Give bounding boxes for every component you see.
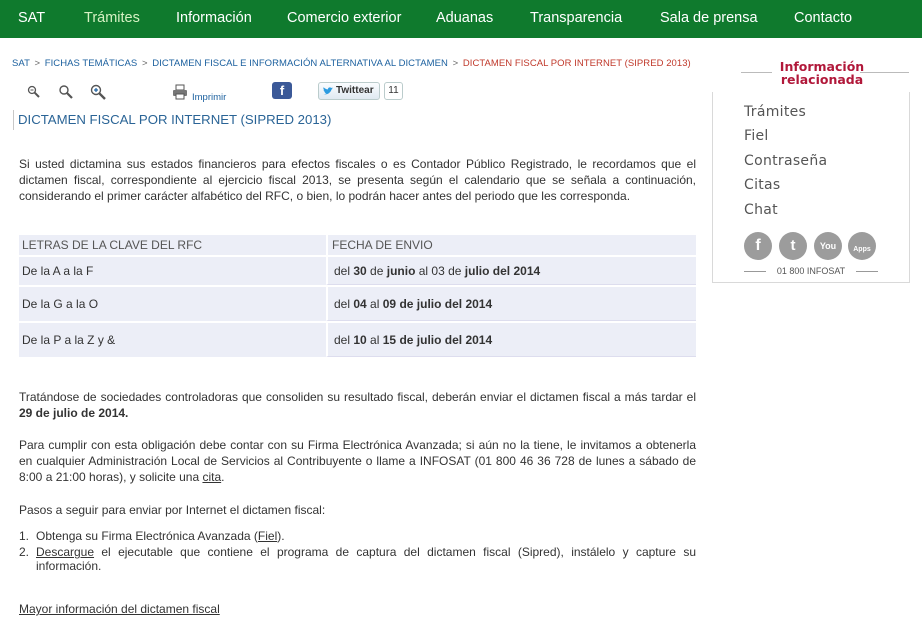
tweet-button[interactable]: Twittear	[318, 82, 380, 100]
twitter-icon[interactable]: t	[779, 232, 807, 260]
twitter-bird-icon	[323, 87, 333, 95]
sidebar-link-chat[interactable]: Chat	[744, 202, 778, 218]
youtube-icon[interactable]: You	[814, 232, 842, 260]
print-link[interactable]: Imprimir	[192, 92, 226, 103]
nav-item-comercio-exterior[interactable]: Comercio exterior	[287, 0, 401, 38]
table-row: De la G a la O del 04 al 09 de julio del…	[19, 287, 696, 321]
facebook-share-icon[interactable]: f	[272, 82, 292, 99]
breadcrumb-separator: >	[34, 58, 41, 69]
sidebar-title: Información relacionada	[779, 59, 865, 87]
controladoras-paragraph: Tratándose de sociedades controladoras q…	[19, 390, 696, 421]
table-cell-letters: De la G a la O	[19, 287, 326, 321]
apps-icon[interactable]: Apps	[848, 232, 876, 260]
breadcrumb-separator: >	[141, 58, 148, 69]
rfc-dates-table: LETRAS DE LA CLAVE DEL RFC FECHA DE ENVI…	[19, 233, 696, 359]
list-item: 1. Obtenga su Firma Electrónica Avanzada …	[19, 529, 285, 543]
top-navigation-bar: SAT Trámites Información Comercio exteri…	[0, 0, 922, 38]
tweet-count: 11	[384, 82, 403, 100]
breadcrumb: SAT > FICHAS TEMÁTICAS > DICTAMEN FISCAL…	[12, 58, 691, 69]
nav-item-sat[interactable]: SAT	[18, 0, 45, 38]
table-cell-date: del 10 al 15 de julio del 2014	[326, 323, 696, 357]
font-normal-icon[interactable]	[58, 84, 74, 100]
sidebar-link-citas[interactable]: Citas	[744, 177, 781, 193]
table-header-date: FECHA DE ENVIO	[326, 235, 696, 255]
table-cell-letters: De la P a la Z y &	[19, 323, 326, 357]
printer-icon[interactable]	[172, 84, 188, 100]
steps-list: 1. Obtenga su Firma Electrónica Avanzada …	[19, 529, 696, 575]
breadcrumb-item-dictamen[interactable]: DICTAMEN FISCAL E INFORMACIÓN ALTERNATIV…	[152, 58, 448, 69]
breadcrumb-separator: >	[452, 58, 459, 69]
breadcrumb-item-fichas[interactable]: FICHAS TEMÁTICAS	[45, 58, 137, 69]
nav-item-sala-de-prensa[interactable]: Sala de prensa	[660, 0, 758, 38]
font-increase-icon[interactable]	[90, 84, 106, 100]
steps-intro: Pasos a seguir para enviar por Internet …	[19, 503, 326, 517]
table-row: De la A a la F del 30 de junio al 03 de …	[19, 257, 696, 285]
nav-item-transparencia[interactable]: Transparencia	[530, 0, 622, 38]
table-cell-letters: De la A a la F	[19, 257, 326, 285]
sidebar-link-fiel[interactable]: Fiel	[744, 128, 769, 144]
more-info-link[interactable]: Mayor información del dictamen fiscal	[19, 601, 220, 617]
intro-paragraph: Si usted dictamina sus estados financier…	[19, 157, 696, 204]
nav-item-contacto[interactable]: Contacto	[794, 0, 852, 38]
sidebar-link-contrasena[interactable]: Contraseña	[744, 153, 827, 169]
descargue-link[interactable]: Descargue	[36, 545, 94, 559]
sidebar-link-tramites[interactable]: Trámites	[744, 104, 806, 120]
breadcrumb-current: DICTAMEN FISCAL POR INTERNET (SIPRED 201…	[462, 58, 691, 69]
table-cell-date: del 04 al 09 de julio del 2014	[326, 287, 696, 321]
controladoras-deadline: 29 de julio de 2014.	[19, 406, 129, 421]
breadcrumb-item-sat[interactable]: SAT	[12, 58, 30, 69]
nav-item-aduanas[interactable]: Aduanas	[436, 0, 493, 38]
table-cell-date: del 30 de junio al 03 de julio del 2014	[326, 257, 696, 285]
table-row: De la P a la Z y & del 10 al 15 de julio…	[19, 323, 696, 357]
fiel-paragraph: Para cumplir con esta obligación debe co…	[19, 438, 696, 485]
table-header-row: LETRAS DE LA CLAVE DEL RFC FECHA DE ENVI…	[19, 235, 696, 255]
page-title: DICTAMEN FISCAL POR INTERNET (SIPRED 201…	[13, 110, 331, 130]
list-item: 2. Descargue el ejecutable que contiene e…	[19, 545, 696, 573]
nav-item-tramites[interactable]: Trámites	[84, 0, 140, 38]
nav-item-informacion[interactable]: Información	[176, 0, 252, 38]
cita-link[interactable]: cita	[202, 470, 221, 484]
sidebar-header: Información relacionada	[712, 60, 910, 92]
facebook-icon[interactable]: f	[744, 232, 772, 260]
related-info-box	[712, 92, 910, 283]
infosat-phone: 01 800 INFOSAT	[744, 264, 878, 278]
fiel-link[interactable]: Fiel	[258, 529, 277, 543]
tweet-button-label: Twittear	[336, 85, 374, 96]
font-decrease-icon[interactable]	[26, 84, 42, 100]
table-header-letters: LETRAS DE LA CLAVE DEL RFC	[19, 235, 326, 255]
